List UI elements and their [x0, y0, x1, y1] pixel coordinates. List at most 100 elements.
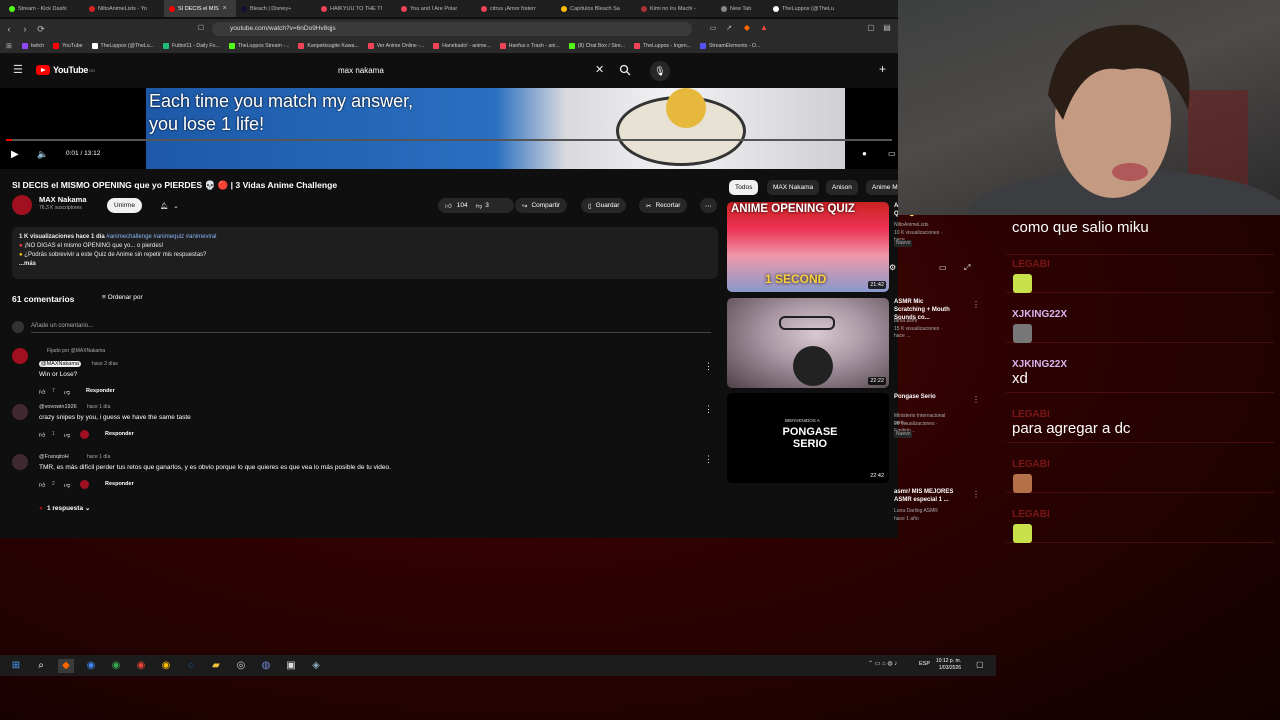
comment-dislike-icon[interactable]: 👎︎ [64, 481, 70, 489]
replies-toggle[interactable]: ● 1 respuesta ⌄ [39, 504, 90, 512]
browser-tab[interactable]: Stream - Kick Dashi [4, 0, 84, 17]
fullscreen-icon[interactable]: ⤢ [964, 263, 970, 273]
bookmark-item[interactable]: StreamElements - O... [699, 43, 760, 49]
save-button[interactable]: ▯ Guardar [581, 198, 627, 213]
join-button[interactable]: Unirme [107, 198, 142, 213]
video-thumbnail[interactable]: 22:22 [727, 298, 889, 388]
share-button[interactable]: ↪ Compartir [515, 198, 567, 213]
subtitles-icon[interactable]: ▭ [888, 149, 896, 158]
description-box[interactable]: 1 K visualizaciones hace 1 día #animecha… [12, 227, 718, 279]
search-input[interactable]: max nakama [332, 63, 612, 80]
url-field[interactable]: youtube.com/watch?v=6nDo9Hv8qjs [212, 22, 692, 36]
more-actions-button[interactable]: ⋯ [700, 198, 717, 213]
discord-icon[interactable]: ◍ [258, 659, 274, 673]
notification-icon[interactable]: ▢ [976, 660, 984, 669]
bookmark-item[interactable]: Kanpekisugite Kawa... [298, 43, 359, 49]
comment-avatar[interactable] [12, 404, 28, 420]
browser-tab[interactable]: TheLuppos (@TheLu [768, 0, 848, 17]
browser-tab[interactable]: HAIKYUU TO THE TI [316, 0, 396, 17]
autoplay-toggle-icon[interactable]: ● [862, 149, 867, 158]
browser-tab[interactable]: NiltoAnimeLists - Yo [84, 0, 164, 17]
video-title[interactable]: asmr/ MIS MEJORES ASMR especial 1 ... [894, 488, 954, 504]
comment-author[interactable]: @FranqitoH [39, 454, 69, 460]
bookmark-item[interactable]: Futbol11 - Daily Fo... [162, 43, 220, 49]
volume-icon[interactable]: 🔈 [37, 149, 48, 160]
app-icon-2[interactable]: ◈ [308, 659, 324, 673]
bookmark-item[interactable]: (8) Chat Box / Stre... [568, 43, 625, 49]
comment-more-icon[interactable]: ⋮ [704, 361, 713, 372]
filter-chip[interactable]: Todos [729, 180, 759, 195]
brave-icon[interactable]: ◆ [58, 658, 74, 673]
comment-dislike-icon[interactable]: 👎︎ [64, 388, 70, 396]
browser-tab[interactable]: Capítulos Bleach Sa [556, 0, 636, 17]
bookmark-item[interactable]: YouTube [53, 43, 83, 49]
browser-tab[interactable]: You and I Are Polar [396, 0, 476, 17]
chrome-icon-1[interactable]: ◉ [83, 659, 99, 673]
sidebar-icon[interactable]: ▢ [864, 23, 878, 32]
browser-tab[interactable]: Kimi no Iru Machi - [636, 0, 716, 17]
desc-hashtags[interactable]: #animechallenge #animequiz #animeviral [106, 234, 216, 240]
bookmark-item[interactable]: TheLuppos Stream -... [228, 43, 289, 49]
share-icon[interactable]: ↗ [722, 24, 736, 32]
clip-button[interactable]: ✂ Recortar [639, 198, 688, 213]
video-channel[interactable]: Luna Darling ASMR [894, 508, 954, 515]
obs-icon[interactable]: ◎ [233, 659, 249, 673]
comment-more-icon[interactable]: ⋮ [704, 454, 713, 465]
comment-like-icon[interactable]: 👍︎ [39, 481, 45, 489]
miniplayer-icon[interactable]: ▭ [939, 263, 947, 272]
bookmark-item[interactable]: twitch [21, 43, 44, 49]
reply-button[interactable]: Responder [105, 431, 134, 437]
search-icon-taskbar[interactable]: ⌕ [33, 659, 49, 673]
channel-name[interactable]: MAX Nakama [39, 195, 87, 204]
install-icon[interactable]: ▭ [706, 24, 720, 32]
chrome-icon-2[interactable]: ◉ [108, 659, 124, 673]
forward-icon[interactable]: › [18, 24, 32, 34]
subscribed-button[interactable]: 🔔︎ ⌄ [153, 198, 186, 213]
bookmark-item[interactable]: TheLuppos - Ingen... [634, 43, 691, 49]
app-icon[interactable]: ▣ [283, 659, 299, 673]
tray-icons[interactable]: ⌃ ▭ ⌂ ◍ ♪ [868, 660, 897, 667]
like-count[interactable]: 104 [457, 202, 468, 209]
settings-gear-icon[interactable]: ⚙ [889, 263, 896, 272]
clear-search-icon[interactable]: ✕ [595, 63, 604, 76]
apps-grid-icon[interactable]: ⊞ [6, 42, 12, 50]
brave-shield-icon[interactable]: ◆ [740, 23, 754, 32]
rewards-icon[interactable]: ▲ [757, 23, 771, 32]
browser-tab[interactable]: citrus ¡Amor fraterr [476, 0, 556, 17]
reply-button[interactable]: Responder [86, 388, 115, 394]
like-icon[interactable]: 👍︎ [445, 202, 452, 210]
menu-icon[interactable]: ☰ [13, 63, 23, 76]
browser-tab[interactable]: New Tab [716, 0, 768, 17]
bookmark-item[interactable]: Hanebado! - anime... [433, 43, 491, 49]
comment-author[interactable]: @vovowin1926 [39, 404, 77, 410]
video-channel[interactable]: tama asmr [894, 318, 954, 325]
bookmark-item[interactable]: Hanfuu x Trash - ani... [499, 43, 560, 49]
edge-icon[interactable]: ◌ [183, 659, 199, 673]
desc-more-link[interactable]: ...más [19, 260, 711, 269]
recommended-video[interactable]: ANIME OPENING QUIZ 1 SECOND 21:42ANIME OPE… [727, 202, 980, 294]
comment-avatar[interactable] [12, 454, 28, 470]
back-icon[interactable]: ‹ [2, 24, 16, 34]
video-thumbnail[interactable]: ANIME OPENING QUIZ 1 SECOND 21:42 [727, 202, 889, 292]
reload-icon[interactable]: ⟳ [34, 24, 48, 35]
language-indicator[interactable]: ESP [919, 661, 930, 667]
filter-chip[interactable]: MAX Nakama [767, 180, 820, 195]
comment-like-icon[interactable]: 👍︎ [39, 431, 45, 439]
chrome-icon-3[interactable]: ◉ [133, 659, 149, 673]
add-comment-input[interactable]: Añade un comentario... [31, 323, 711, 333]
play-icon[interactable]: ▶ [11, 149, 19, 160]
video-player[interactable]: Each time you match my answer, you lose … [0, 88, 898, 169]
microphone-icon[interactable]: 🎙 [650, 61, 670, 81]
dislike-icon[interactable]: 👎︎ [476, 202, 483, 210]
search-icon[interactable] [619, 63, 631, 76]
bookmark-item[interactable]: TheLuppos (@TheLu... [91, 43, 154, 49]
filter-chip[interactable]: Anime Music Video [866, 180, 934, 195]
reply-button[interactable]: Responder [105, 481, 134, 487]
create-icon[interactable]: + [879, 62, 886, 76]
youtube-logo[interactable]: YouTube CO [36, 65, 95, 75]
browser-tab[interactable]: Bleach | Disney+ [236, 0, 316, 17]
bookmark-item[interactable]: Ver Anime Online -... [367, 43, 424, 49]
video-channel[interactable]: NiltoAnimeLists [894, 222, 954, 229]
comment-author[interactable]: @MAXNakama [39, 361, 81, 367]
comment-dislike-icon[interactable]: 👎︎ [64, 431, 70, 439]
